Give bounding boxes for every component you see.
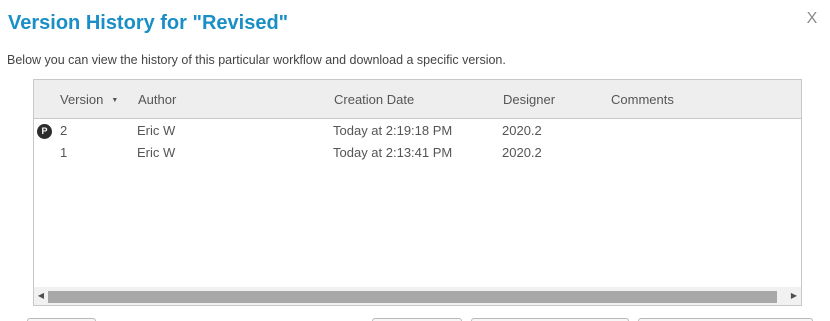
cell-author: Eric W [137, 145, 176, 160]
cell-version: 2 [60, 123, 68, 138]
cell-version: 1 [60, 145, 68, 160]
scroll-right-icon[interactable]: ▶ [787, 287, 801, 305]
version-table: Version ▼ Author Creation Date Designer C… [33, 79, 802, 306]
column-header-creation-date[interactable]: Creation Date [334, 80, 414, 119]
cell-creation-date: Today at 2:19:18 PM [333, 123, 453, 138]
version-history-dialog: Version History for "Revised" X Below yo… [0, 0, 830, 321]
table-row[interactable]: P 2 Eric W Today at 2:19:18 PM 2020.2 [34, 120, 801, 142]
column-header-designer[interactable]: Designer [503, 80, 555, 119]
cell-designer: 2020.2 [502, 145, 542, 160]
column-header-version-label: Version [60, 92, 104, 107]
scroll-left-icon[interactable]: ◀ [34, 287, 48, 305]
published-badge-icon: P [37, 124, 52, 139]
column-header-comments[interactable]: Comments [611, 80, 674, 119]
cell-author: Eric W [137, 123, 176, 138]
cell-designer: 2020.2 [502, 123, 542, 138]
close-icon[interactable]: X [802, 8, 822, 30]
scrollbar-thumb[interactable] [48, 291, 777, 303]
dialog-description: Below you can view the history of this p… [7, 53, 506, 67]
cell-creation-date: Today at 2:13:41 PM [333, 145, 453, 160]
horizontal-scrollbar[interactable]: ◀ ▶ [34, 287, 801, 305]
table-row[interactable]: 1 Eric W Today at 2:13:41 PM 2020.2 [34, 142, 801, 164]
column-header-author[interactable]: Author [138, 80, 176, 119]
column-header-version[interactable]: Version ▼ [60, 80, 118, 119]
sort-descending-icon[interactable]: ▼ [111, 81, 118, 120]
table-header: Version ▼ Author Creation Date Designer C… [34, 80, 801, 119]
dialog-title: Version History for "Revised" [8, 12, 289, 34]
